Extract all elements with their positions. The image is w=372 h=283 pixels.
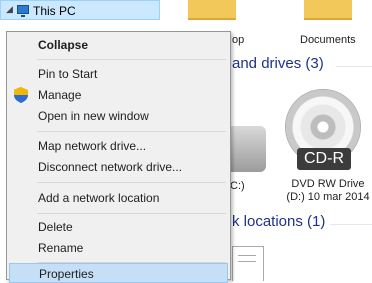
menu-item-delete[interactable]: Delete xyxy=(9,216,228,238)
menu-item-collapse[interactable]: Collapse xyxy=(9,34,228,56)
menu-item-label: Rename xyxy=(38,241,84,255)
tree-item-this-pc[interactable]: ◢ This PC xyxy=(0,0,160,20)
hard-drive-icon[interactable] xyxy=(226,126,266,172)
network-location-icon[interactable] xyxy=(232,246,264,281)
shield-icon xyxy=(14,87,28,103)
menu-separator xyxy=(37,182,226,183)
dvd-drive-name: DVD RW Drive xyxy=(291,178,365,190)
dvd-drive-label[interactable]: DVD RW Drive (D:) 10 mar 2014 xyxy=(286,178,370,204)
menu-item-open-in-new-window[interactable]: Open in new window xyxy=(9,105,228,127)
menu-item-label: Manage xyxy=(38,88,82,102)
menu-item-add-network-location[interactable]: Add a network location xyxy=(9,187,228,209)
documents-folder-icon[interactable] xyxy=(304,0,352,20)
dvd-drive-detail: (D:) 10 mar 2014 xyxy=(286,191,370,203)
group-header-network[interactable]: k locations (1) xyxy=(232,213,325,230)
group-divider xyxy=(336,66,372,67)
desktop-folder-icon[interactable] xyxy=(188,0,236,20)
menu-item-disconnect-network-drive[interactable]: Disconnect network drive... xyxy=(9,156,228,178)
menu-item-label: Open in new window xyxy=(38,109,149,123)
expand-arrow-icon[interactable]: ◢ xyxy=(6,4,13,15)
menu-separator xyxy=(37,59,226,60)
menu-separator xyxy=(37,213,226,214)
menu-separator xyxy=(37,131,226,132)
drive-c-label[interactable]: C:) xyxy=(230,180,245,192)
folder-label-documents[interactable]: Documents xyxy=(300,34,356,46)
context-menu: Collapse Pin to Start Manage Open in new… xyxy=(6,31,231,283)
menu-item-label: Properties xyxy=(39,267,94,281)
menu-item-label: Pin to Start xyxy=(38,67,98,81)
menu-item-manage[interactable]: Manage xyxy=(9,84,228,106)
cd-r-badge: CD-R xyxy=(297,148,351,170)
tree-item-label: This PC xyxy=(33,4,76,18)
menu-item-map-network-drive[interactable]: Map network drive... xyxy=(9,135,228,157)
group-divider xyxy=(330,224,372,225)
menu-item-rename[interactable]: Rename xyxy=(9,237,228,259)
menu-item-label: Add a network location xyxy=(38,191,160,205)
menu-item-properties[interactable]: Properties xyxy=(9,263,228,283)
menu-item-label: Map network drive... xyxy=(38,139,147,153)
folder-label-desktop[interactable]: op xyxy=(232,34,244,46)
menu-item-label: Delete xyxy=(38,220,73,234)
group-header-devices[interactable]: and drives (3) xyxy=(232,55,324,72)
menu-item-pin-to-start[interactable]: Pin to Start xyxy=(9,63,228,85)
menu-item-label: Disconnect network drive... xyxy=(38,160,183,174)
menu-item-label: Collapse xyxy=(38,38,89,52)
computer-icon xyxy=(17,5,29,17)
